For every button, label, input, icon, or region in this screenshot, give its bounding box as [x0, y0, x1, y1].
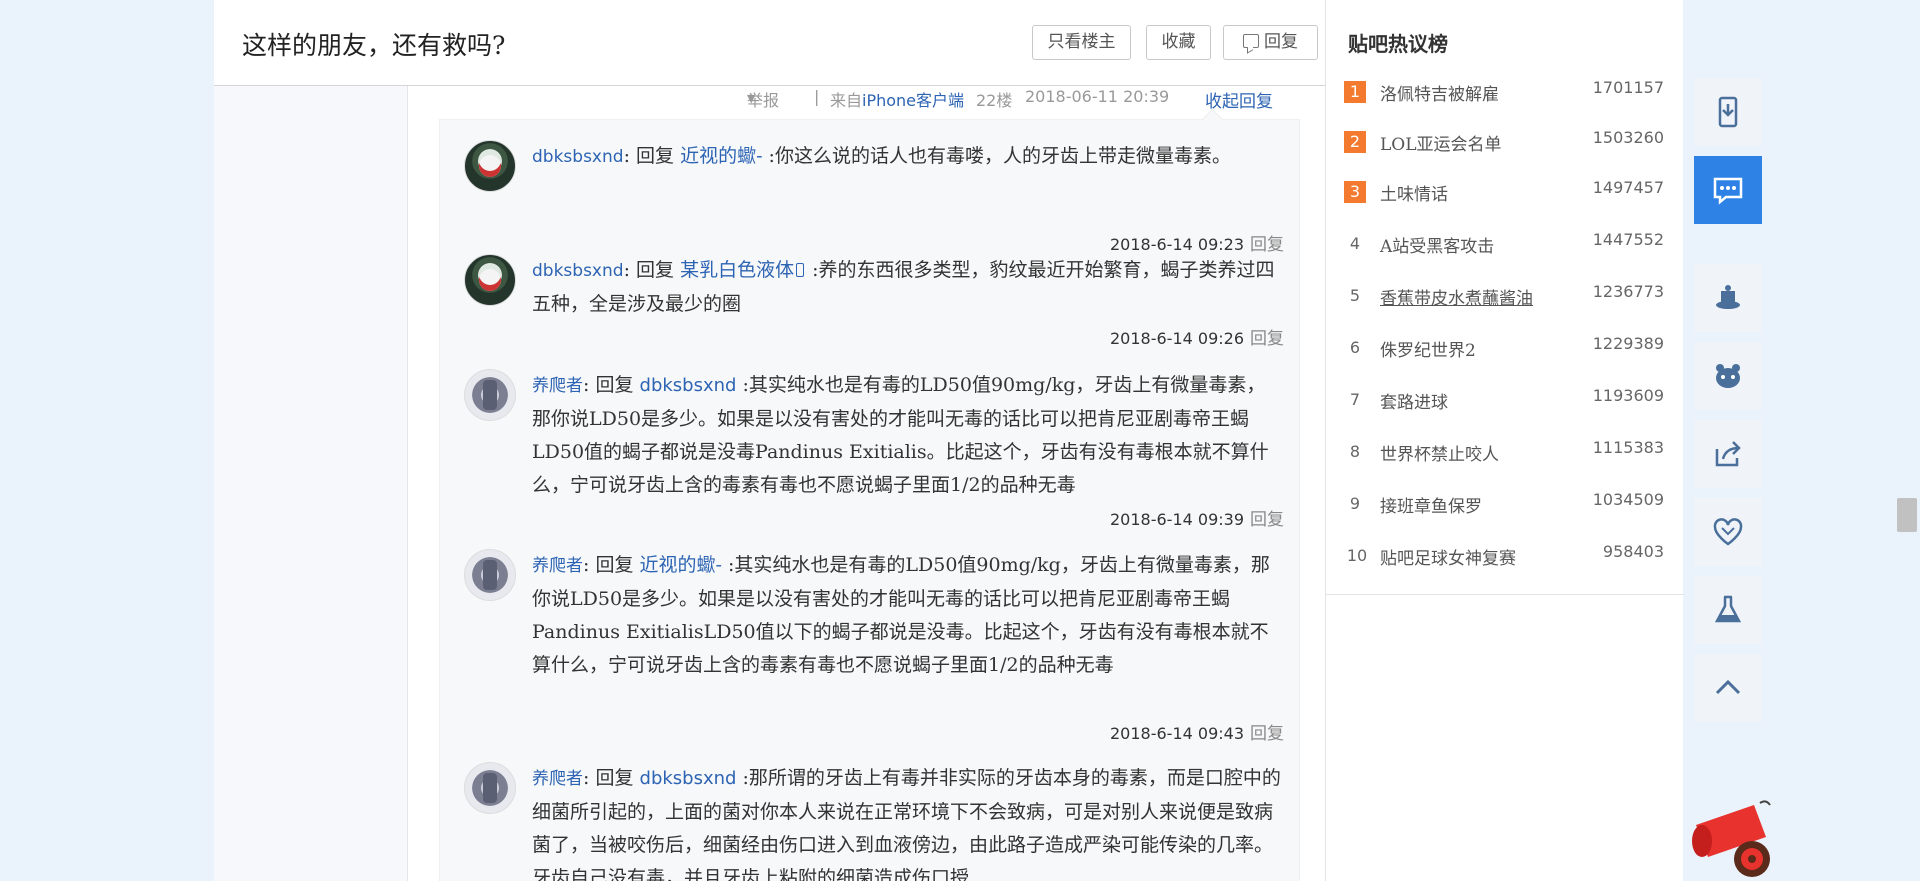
reply-content: 养爬者: 回复 dbksbsxnd :其实纯水也是有毒的LD50值90mg/kg… — [532, 374, 1269, 496]
reply-content: dbksbsxnd: 回复 近视的蠍- :你这么说的话人也有毒喽，人的牙齿上带走… — [532, 145, 1231, 167]
cannon-icon[interactable] — [1688, 797, 1788, 881]
client-link[interactable]: iPhone客户端 — [862, 91, 964, 110]
back-to-top-icon[interactable] — [1694, 654, 1762, 722]
hot-list-item[interactable]: 1 洛佩特吉被解雇 1701157 — [1344, 78, 1664, 108]
reply-author[interactable]: dbksbsxnd — [532, 147, 624, 167]
avatar[interactable] — [464, 254, 516, 306]
reply-time: 2018-6-14 09:43 回复 — [1110, 724, 1284, 744]
hot-list-item[interactable]: 9 接班章鱼保罗 1034509 — [1344, 490, 1664, 520]
reply-button[interactable]: 回复 — [1223, 25, 1318, 60]
floor-number: 22楼 — [976, 91, 1013, 110]
hot-list-item[interactable]: 8 世界杯禁止咬人 1115383 — [1344, 438, 1664, 468]
reply-target[interactable]: 某乳白色液体 — [680, 259, 806, 281]
reply-content: 养爬者: 回复 dbksbsxnd :那所谓的牙齿上有毒并非实际的牙齿本身的毒素… — [532, 767, 1281, 881]
reply-target[interactable]: 近视的蠍- — [680, 145, 762, 167]
magic-hat-icon[interactable] — [1694, 264, 1762, 332]
reply-author[interactable]: dbksbsxnd — [532, 261, 624, 281]
flask-icon[interactable] — [1694, 576, 1762, 644]
reply-author[interactable]: 养爬者 — [532, 376, 583, 396]
hot-list-item[interactable]: 5 香蕉带皮水煮蘸酱油 1236773 — [1344, 282, 1664, 312]
vip-icon — [796, 263, 805, 277]
hot-list-item[interactable]: 7 套路进球 1193609 — [1344, 386, 1664, 416]
reply-content: dbksbsxnd: 回复 某乳白色液体 :养的东西很多类型，豹纹最近开始繁育，… — [532, 259, 1275, 315]
avatar[interactable] — [464, 369, 516, 421]
reply-time: 2018-6-14 09:23 回复 — [1110, 235, 1284, 255]
favorite-button[interactable]: 收藏 — [1146, 25, 1211, 60]
phone-download-icon[interactable] — [1694, 78, 1762, 146]
thread-title: 这样的朋友，还有救吗? — [242, 31, 506, 60]
thread-header: 这样的朋友，还有救吗? 只看楼主 收藏 回复 — [214, 0, 1325, 86]
reply-author[interactable]: 养爬者 — [532, 556, 583, 576]
reply-target[interactable]: dbksbsxnd — [640, 375, 737, 396]
avatar[interactable] — [464, 140, 516, 192]
reply-target[interactable]: 近视的蠍- — [640, 554, 722, 576]
meta-separator: | — [814, 87, 820, 106]
reply-time: 2018-6-14 09:39 回复 — [1110, 510, 1284, 530]
hot-list-item[interactable]: 6 侏罗纪世界2 1229389 — [1344, 334, 1664, 364]
hot-list-item[interactable]: 10 贴吧足球女神复赛 958403 — [1344, 542, 1664, 572]
author-sidebar — [214, 0, 408, 881]
client-from: 来自iPhone客户端 — [830, 91, 965, 110]
heart-icon[interactable] — [1694, 498, 1762, 566]
hot-list-panel: 贴吧热议榜 1 洛佩特吉被解雇 1701157 2 LOL亚运会名单 1503260 3… — [1325, 0, 1684, 881]
post-datetime: 2018-06-11 20:39 — [1025, 87, 1170, 106]
post-meta: 举报 ▼ | 来自iPhone客户端 22楼 2018-06-11 20:39 … — [530, 87, 1290, 120]
reply-author[interactable]: 养爬者 — [532, 769, 583, 789]
reply-link[interactable]: 回复 — [1250, 329, 1284, 349]
reply-content: 养爬者: 回复 近视的蠍- :其实纯水也是有毒的LD50值90mg/kg，牙齿上… — [532, 554, 1270, 676]
share-icon[interactable] — [1694, 420, 1762, 488]
reply-button-label: 回复 — [1264, 32, 1298, 52]
hot-list-item[interactable]: 2 LOL亚运会名单 1503260 — [1344, 128, 1664, 158]
scrollbar-thumb[interactable] — [1897, 498, 1917, 532]
reply-icon — [1243, 34, 1259, 48]
divider — [1326, 594, 1684, 595]
avatar[interactable] — [464, 549, 516, 601]
reply-list: dbksbsxnd: 回复 近视的蠍- :你这么说的话人也有毒喽，人的牙齿上带走… — [439, 119, 1300, 881]
reply-link[interactable]: 回复 — [1250, 510, 1284, 530]
scrollbar[interactable] — [1896, 0, 1920, 881]
report-link[interactable]: 举报 ▼ — [747, 87, 779, 110]
message-icon[interactable] — [1694, 156, 1762, 224]
avatar[interactable] — [464, 762, 516, 814]
hot-list-item[interactable]: 3 土味情话 1497457 — [1344, 178, 1664, 208]
hot-list-item[interactable]: 4 A站受黑客攻击 1447552 — [1344, 230, 1664, 260]
collapse-replies-link[interactable]: 收起回复 — [1205, 87, 1273, 112]
reply-link[interactable]: 回复 — [1250, 724, 1284, 744]
reply-target[interactable]: dbksbsxnd — [640, 768, 737, 789]
bear-icon[interactable] — [1694, 342, 1762, 410]
reply-link[interactable]: 回复 — [1250, 235, 1284, 255]
only-op-button[interactable]: 只看楼主 — [1032, 25, 1131, 60]
hot-list-title: 贴吧热议榜 — [1348, 32, 1448, 56]
reply-time: 2018-6-14 09:26 回复 — [1110, 329, 1284, 349]
